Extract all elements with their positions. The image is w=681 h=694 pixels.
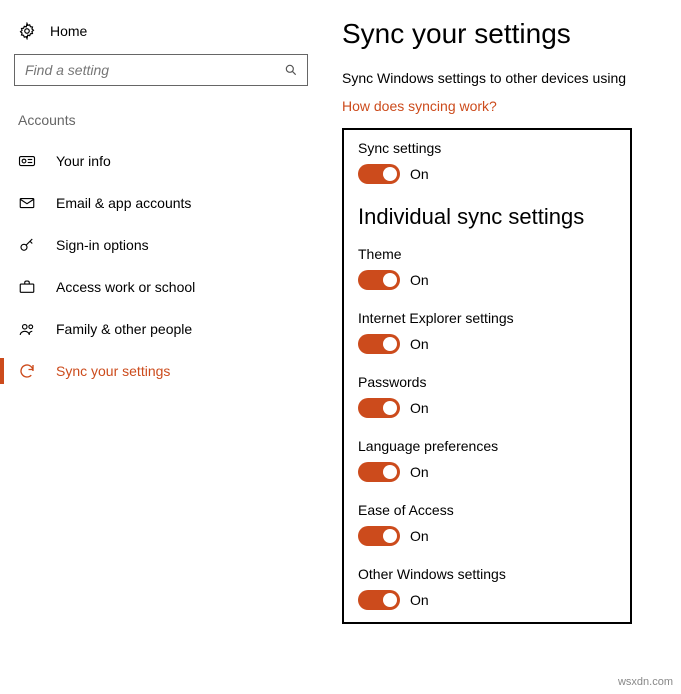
sidebar-item-signin-options[interactable]: Sign-in options xyxy=(14,224,320,266)
passwords-toggle[interactable] xyxy=(358,398,400,418)
theme-toggle[interactable] xyxy=(358,270,400,290)
search-input[interactable] xyxy=(15,62,275,78)
sidebar-item-label: Family & other people xyxy=(56,321,192,337)
section-header: Accounts xyxy=(14,112,320,140)
ease-of-access-label: Ease of Access xyxy=(358,502,616,518)
other-windows-toggle[interactable] xyxy=(358,590,400,610)
highlighted-settings-box: Sync settings On Individual sync setting… xyxy=(342,128,632,624)
briefcase-icon xyxy=(18,278,36,296)
toggle-state: On xyxy=(410,592,429,608)
sidebar-item-sync-settings[interactable]: Sync your settings xyxy=(14,350,320,392)
toggle-state: On xyxy=(410,464,429,480)
description-text: Sync Windows settings to other devices u… xyxy=(342,70,673,86)
toggle-state: On xyxy=(410,400,429,416)
sidebar-item-label: Your info xyxy=(56,153,111,169)
ease-of-access-toggle[interactable] xyxy=(358,526,400,546)
toggle-state: On xyxy=(410,272,429,288)
sync-icon xyxy=(18,362,36,380)
sidebar-item-label: Access work or school xyxy=(56,279,195,295)
toggle-state: On xyxy=(410,336,429,352)
passwords-label: Passwords xyxy=(358,374,616,390)
search-icon xyxy=(275,63,307,77)
home-button[interactable]: Home xyxy=(14,18,320,54)
sync-settings-label: Sync settings xyxy=(358,140,616,156)
sidebar-item-label: Sync your settings xyxy=(56,363,170,379)
main-content: Sync your settings Sync Windows settings… xyxy=(330,0,681,694)
syncing-help-link[interactable]: How does syncing work? xyxy=(342,98,673,114)
key-icon xyxy=(18,236,36,254)
toggle-state: On xyxy=(410,166,429,182)
watermark: wsxdn.com xyxy=(618,676,673,688)
language-toggle[interactable] xyxy=(358,462,400,482)
other-windows-label: Other Windows settings xyxy=(358,566,616,582)
envelope-icon xyxy=(18,194,36,212)
individual-sync-heading: Individual sync settings xyxy=(358,204,616,230)
sidebar-item-email-accounts[interactable]: Email & app accounts xyxy=(14,182,320,224)
ie-settings-label: Internet Explorer settings xyxy=(358,310,616,326)
sidebar: Home Accounts Your info xyxy=(0,0,330,694)
search-box[interactable] xyxy=(14,54,308,86)
user-icon xyxy=(18,152,36,170)
gear-icon xyxy=(18,22,36,40)
page-title: Sync your settings xyxy=(342,18,673,50)
sidebar-item-access-work-school[interactable]: Access work or school xyxy=(14,266,320,308)
home-label: Home xyxy=(50,23,87,39)
sync-settings-toggle[interactable] xyxy=(358,164,400,184)
theme-label: Theme xyxy=(358,246,616,262)
ie-settings-toggle[interactable] xyxy=(358,334,400,354)
people-icon xyxy=(18,320,36,338)
sidebar-item-your-info[interactable]: Your info xyxy=(14,140,320,182)
sidebar-item-label: Sign-in options xyxy=(56,237,149,253)
sidebar-item-family-people[interactable]: Family & other people xyxy=(14,308,320,350)
language-label: Language preferences xyxy=(358,438,616,454)
sidebar-item-label: Email & app accounts xyxy=(56,195,191,211)
toggle-state: On xyxy=(410,528,429,544)
